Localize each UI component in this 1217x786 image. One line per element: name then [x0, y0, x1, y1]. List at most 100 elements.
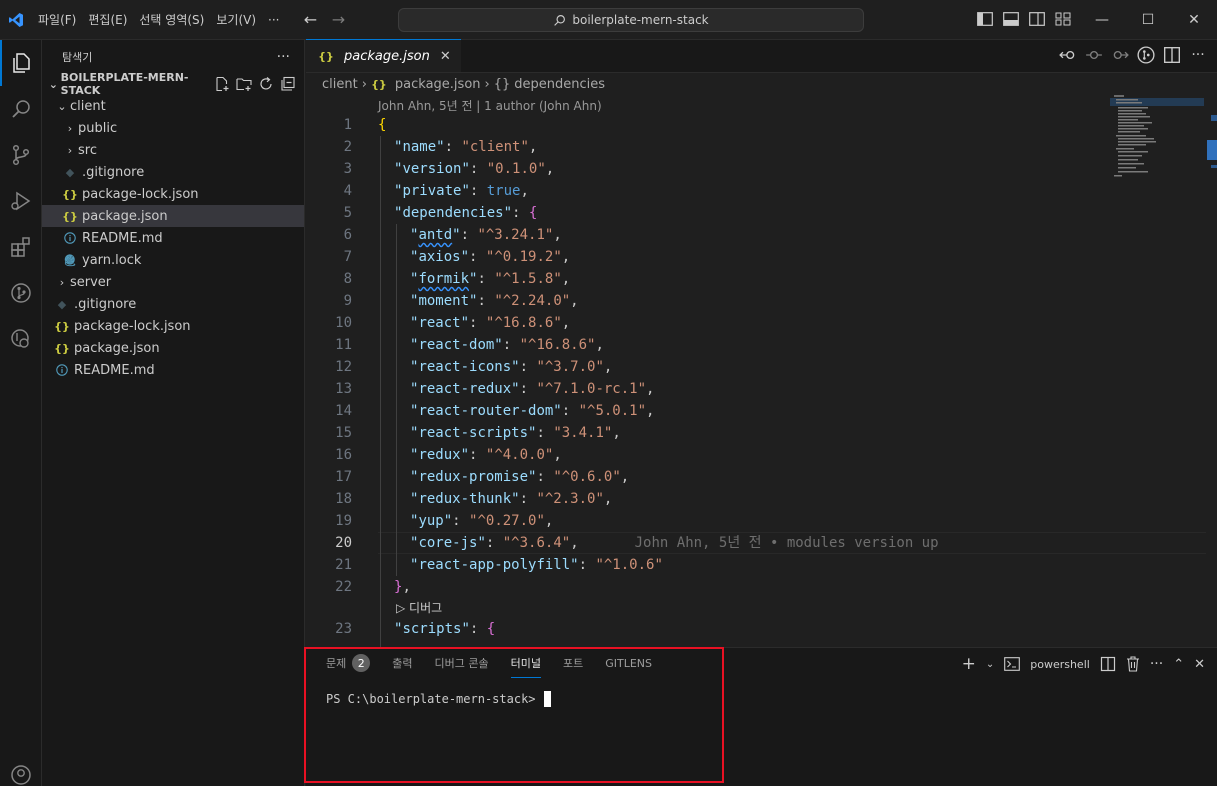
minimize-icon[interactable]: — [1079, 0, 1125, 40]
tab-debug-console[interactable]: 디버그 콘솔 [435, 648, 489, 678]
terminal-shell-name[interactable]: powershell [1030, 658, 1090, 671]
split-terminal-icon[interactable] [1100, 656, 1116, 672]
breadcrumb-folder[interactable]: client [322, 77, 358, 92]
tree-item-label: README.md [74, 362, 155, 378]
accounts-icon[interactable] [0, 752, 42, 786]
close-window-icon[interactable]: ✕ [1171, 0, 1217, 40]
split-editor-icon[interactable] [1163, 46, 1181, 64]
menu-edit[interactable]: 편집(E) [82, 0, 133, 40]
json-file-icon: {} [318, 49, 334, 63]
tab-problems[interactable]: 문제 2 [326, 648, 371, 678]
code-line: 5 "dependencies": { [306, 202, 1106, 224]
tree-item[interactable]: 🧶︎ yarn.lock [42, 249, 304, 271]
new-terminal-icon[interactable]: + [962, 654, 976, 674]
menu-file[interactable]: 파일(F) [32, 0, 82, 40]
customize-layout-icon[interactable] [1054, 10, 1072, 28]
terminal-output[interactable]: PS C:\boilerplate-mern-stack> [326, 691, 551, 707]
chevron-right-icon: › [361, 76, 367, 92]
git-file-icon: ◆ [57, 297, 67, 311]
tree-item[interactable]: {} package.json [42, 337, 304, 359]
debug-codelens[interactable]: ▷ 디버그 [306, 598, 1106, 618]
refresh-icon[interactable] [258, 76, 274, 92]
code-line: 22}, [306, 576, 1106, 598]
collapse-all-icon[interactable] [280, 76, 296, 92]
extensions-icon[interactable] [0, 224, 42, 270]
gitlens-toggle-icon[interactable] [1137, 46, 1155, 64]
more-actions-icon[interactable]: ··· [1189, 46, 1207, 64]
line-number: 17 [335, 469, 352, 485]
json-key: react-app-polyfill [418, 557, 571, 573]
menu-more[interactable]: ··· [262, 0, 285, 40]
command-center-search[interactable]: boilerplate-mern-stack [398, 8, 864, 32]
json-file-icon: {} [54, 319, 70, 333]
maximize-panel-icon[interactable]: ⌃ [1173, 657, 1184, 672]
new-folder-icon[interactable] [236, 76, 252, 92]
json-key: antd [418, 227, 453, 243]
tree-item-label: yarn.lock [82, 252, 142, 268]
tree-item[interactable]: README.md [42, 359, 304, 381]
codelens-authors[interactable]: John Ahn, 5년 전 | 1 author (John Ahn) [378, 97, 602, 114]
tree-item[interactable]: {} package.json [42, 205, 304, 227]
json-key: name [402, 139, 437, 155]
tree-item[interactable]: {} package-lock.json [42, 315, 304, 337]
json-value: "0.1.0" [486, 161, 546, 177]
vscode-logo-icon[interactable] [2, 0, 30, 40]
chevron-down-icon[interactable]: ⌄ [986, 659, 994, 670]
tab-package-json[interactable]: {} package.json ✕ [306, 39, 461, 72]
editor-scrollbar[interactable] [1203, 95, 1217, 635]
breadcrumb-symbol[interactable]: dependencies [514, 77, 605, 92]
tree-item[interactable]: ⌄ client [42, 95, 304, 117]
line-number: 10 [335, 315, 352, 331]
more-actions-icon[interactable]: ··· [1150, 656, 1163, 672]
gitlens-inspect-icon[interactable] [0, 316, 42, 362]
trash-icon[interactable] [1126, 656, 1140, 672]
terminal-cursor [543, 691, 551, 707]
explorer-icon[interactable] [0, 40, 42, 86]
back-arrow-icon[interactable]: ← [301, 10, 319, 29]
close-panel-icon[interactable]: ✕ [1194, 657, 1205, 672]
forward-arrow-icon[interactable]: → [329, 10, 347, 29]
gitlens-previous-revision-icon[interactable] [1059, 46, 1077, 64]
code-line: 20 "core-js": "^3.6.4", John Ahn, 5년 전 • m… [306, 532, 1206, 554]
menu-view[interactable]: 보기(V) [210, 0, 262, 40]
toggle-secondary-sidebar-icon[interactable] [1028, 10, 1046, 28]
breadcrumb-file[interactable]: package.json [395, 77, 481, 92]
source-control-icon[interactable] [0, 132, 42, 178]
chevron-down-icon: ⌄ [57, 99, 67, 113]
tree-item-label: public [78, 120, 118, 136]
json-value: "^0.6.0" [553, 469, 621, 485]
tree-item[interactable]: › public [42, 117, 304, 139]
json-value: "^16.8.6" [485, 315, 562, 331]
code-editor[interactable]: 1{2 "name": "client", 3 "version": "0.1.0",… [306, 114, 1206, 670]
tree-item[interactable]: {} package-lock.json [42, 183, 304, 205]
toggle-sidebar-icon[interactable] [976, 10, 994, 28]
tab-gitlens[interactable]: GITLENS [605, 648, 652, 678]
tab-output[interactable]: 출력 [392, 648, 412, 678]
sidebar-title: 탐색기 [62, 50, 93, 64]
git-commit-icon[interactable] [1085, 46, 1103, 64]
info-icon [54, 362, 70, 378]
tree-item[interactable]: › src [42, 139, 304, 161]
workspace-section-header[interactable]: ⌄ BOILERPLATE-MERN-STACK [42, 71, 304, 97]
tab-ports[interactable]: 포트 [563, 648, 583, 678]
new-file-icon[interactable] [214, 76, 230, 92]
sidebar-more-icon[interactable]: ··· [277, 49, 290, 65]
gitlens-icon[interactable] [0, 270, 42, 316]
tree-item[interactable]: ◆ .gitignore [42, 293, 304, 315]
minimap[interactable] [1110, 95, 1206, 195]
toggle-panel-icon[interactable] [1002, 10, 1020, 28]
gitlens-next-revision-icon[interactable] [1111, 46, 1129, 64]
code-line: 23 "scripts": { [306, 618, 1106, 640]
tree-item[interactable]: › server [42, 271, 304, 293]
tab-terminal[interactable]: 터미널 [510, 648, 541, 678]
line-number: 11 [335, 337, 352, 353]
chevron-right-icon: › [67, 121, 73, 135]
menu-selection[interactable]: 선택 영역(S) [133, 0, 210, 40]
close-tab-icon[interactable]: ✕ [440, 49, 451, 64]
search-icon[interactable] [0, 86, 42, 132]
tree-item[interactable]: README.md [42, 227, 304, 249]
line-number: 20 [335, 535, 352, 551]
run-debug-icon[interactable] [0, 178, 42, 224]
tree-item[interactable]: ◆ .gitignore [42, 161, 304, 183]
maximize-icon[interactable]: ☐ [1125, 0, 1171, 40]
